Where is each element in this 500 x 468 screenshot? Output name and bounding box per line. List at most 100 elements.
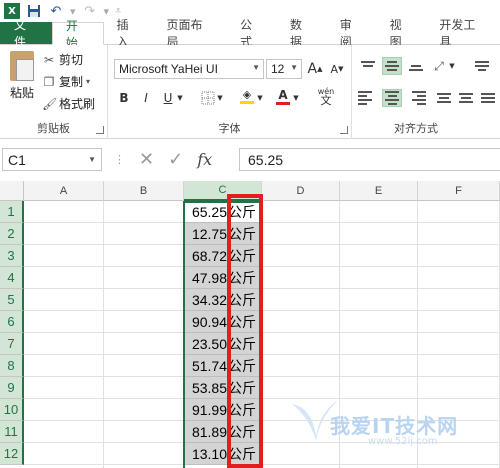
paste-button[interactable]: 粘贴 xyxy=(6,51,38,101)
fill-handle[interactable] xyxy=(259,200,264,205)
phonetic-icon: 文 xyxy=(320,94,332,107)
row-header[interactable]: 9 xyxy=(0,377,24,399)
borders-dropdown-icon[interactable]: ▼ xyxy=(216,89,224,107)
tab-formulas[interactable]: 公式 xyxy=(227,18,277,49)
cell-unit: 公斤 xyxy=(228,269,256,286)
tab-page-layout[interactable]: 页面布局 xyxy=(153,18,227,49)
enter-icon[interactable]: ✓ xyxy=(168,149,183,170)
row-header[interactable]: 6 xyxy=(0,311,24,333)
font-group-label: 字体 xyxy=(218,122,241,135)
tab-insert[interactable]: 插入 xyxy=(104,18,154,49)
fill-color-dropdown-icon[interactable]: ▼ xyxy=(256,89,264,107)
cell-c8[interactable]: 51.74 公斤 xyxy=(184,355,262,377)
phonetic-button[interactable]: wén 文 xyxy=(314,85,338,107)
shrink-font-button[interactable]: A ▼ xyxy=(328,60,346,78)
cell-c11[interactable]: 81.89 公斤 xyxy=(184,421,262,443)
align-top-button[interactable] xyxy=(358,57,378,75)
cancel-icon[interactable]: ✕ xyxy=(139,149,154,170)
font-color-icon: A xyxy=(278,87,288,102)
column-header-a[interactable]: A xyxy=(24,181,104,201)
formula-value: 65.25 xyxy=(248,151,284,168)
tab-file[interactable]: 文件 xyxy=(0,18,52,49)
column-header-c[interactable]: C xyxy=(184,181,262,201)
undo-icon[interactable]: ↶ xyxy=(48,3,64,19)
row-header[interactable]: 12 xyxy=(0,443,24,465)
font-size-select[interactable]: 12 ▼ xyxy=(266,59,302,79)
copy-button[interactable]: ❐ 复制 ▾ xyxy=(42,73,90,90)
clipboard-launcher-icon[interactable] xyxy=(96,126,104,134)
cell-c4[interactable]: 47.98 公斤 xyxy=(184,267,262,289)
cell-c7[interactable]: 23.50 公斤 xyxy=(184,333,262,355)
align-bottom-button[interactable] xyxy=(406,57,426,75)
tab-data[interactable]: 数据 xyxy=(277,18,327,49)
tab-home[interactable]: 开始 xyxy=(51,19,104,50)
cell-c10[interactable]: 91.99 公斤 xyxy=(184,399,262,421)
select-all-corner[interactable] xyxy=(0,181,24,201)
worksheet-grid: ABCDEF 1 65.25 公斤 2 12.75 公斤 3 68.72 公斤 4 47.98 公斤 5… xyxy=(0,181,500,468)
column-header-b[interactable]: B xyxy=(104,181,184,201)
cell-c9[interactable]: 53.85 公斤 xyxy=(184,377,262,399)
cell-c1[interactable]: 65.25 公斤 xyxy=(184,201,262,223)
align-center-button[interactable] xyxy=(382,89,402,107)
align-right-button[interactable] xyxy=(406,89,426,107)
orientation-button[interactable]: ⤢ xyxy=(430,57,448,75)
font-name-select[interactable]: Microsoft YaHei UI ▼ xyxy=(114,59,264,79)
format-painter-button[interactable]: 🖌 格式刷 xyxy=(42,95,95,112)
cut-button[interactable]: ✂ 剪切 xyxy=(42,51,83,68)
name-box[interactable]: C1 ▼ xyxy=(2,148,102,171)
column-header-f[interactable]: F xyxy=(418,181,500,201)
font-color-dropdown-icon[interactable]: ▼ xyxy=(292,89,300,107)
cell-value: 91.99 xyxy=(191,401,227,418)
cell-c6[interactable]: 90.94 公斤 xyxy=(184,311,262,333)
decrease-indent-button[interactable] xyxy=(434,89,454,107)
cell-value: 68.72 xyxy=(191,247,227,264)
row-header[interactable]: 10 xyxy=(0,399,24,421)
cell-c5[interactable]: 34.32 公斤 xyxy=(184,289,262,311)
merge-cells-button[interactable] xyxy=(478,89,498,107)
bold-button[interactable]: B xyxy=(116,89,132,107)
font-color-button[interactable]: A xyxy=(274,87,292,105)
cell-unit: 公斤 xyxy=(228,379,256,396)
format-painter-label: 格式刷 xyxy=(59,97,96,111)
row-header[interactable]: 1 xyxy=(0,201,24,223)
copy-dropdown-icon[interactable]: ▾ xyxy=(86,77,90,86)
cell-unit: 公斤 xyxy=(228,423,256,440)
row-header[interactable]: 2 xyxy=(0,223,24,245)
redo-dropdown-icon[interactable]: ▾ xyxy=(104,5,110,18)
name-box-dropdown-icon[interactable]: ▼ xyxy=(88,155,96,164)
row-header[interactable]: 8 xyxy=(0,355,24,377)
insert-function-icon[interactable]: fx xyxy=(197,150,212,169)
underline-dropdown-icon[interactable]: ▼ xyxy=(176,89,184,107)
row-header[interactable]: 3 xyxy=(0,245,24,267)
cell-c2[interactable]: 12.75 公斤 xyxy=(184,223,262,245)
tab-view[interactable]: 视图 xyxy=(377,18,427,49)
font-launcher-icon[interactable] xyxy=(340,126,348,134)
wrap-text-button[interactable] xyxy=(472,57,492,75)
cell-value: 34.32 xyxy=(191,291,227,308)
formula-input[interactable]: 65.25 xyxy=(239,148,500,171)
increase-indent-button[interactable] xyxy=(456,89,476,107)
underline-button[interactable]: U xyxy=(160,89,176,107)
cell-c12[interactable]: 13.10 公斤 xyxy=(184,443,262,465)
row-header[interactable]: 11 xyxy=(0,421,24,443)
column-header-e[interactable]: E xyxy=(340,181,418,201)
grow-font-button[interactable]: A ▲ xyxy=(306,60,324,78)
orientation-dropdown-icon[interactable]: ▼ xyxy=(448,57,456,75)
borders-button[interactable] xyxy=(200,89,216,107)
tab-review[interactable]: 审阅 xyxy=(327,18,377,49)
align-middle-button[interactable] xyxy=(382,57,402,75)
cell-unit: 公斤 xyxy=(228,445,256,462)
fill-color-button[interactable]: ◈ xyxy=(238,87,256,105)
align-left-button[interactable] xyxy=(358,89,378,107)
cell-c3[interactable]: 68.72 公斤 xyxy=(184,245,262,267)
column-header-d[interactable]: D xyxy=(262,181,340,201)
row-gridline xyxy=(24,464,500,465)
tab-developer[interactable]: 开发工具 xyxy=(426,18,500,49)
copy-icon: ❐ xyxy=(43,74,55,89)
italic-button[interactable]: I xyxy=(138,89,154,107)
row-header[interactable]: 7 xyxy=(0,333,24,355)
row-gridline xyxy=(24,442,500,443)
row-gridline xyxy=(24,420,500,421)
row-header[interactable]: 5 xyxy=(0,289,24,311)
row-header[interactable]: 4 xyxy=(0,267,24,289)
